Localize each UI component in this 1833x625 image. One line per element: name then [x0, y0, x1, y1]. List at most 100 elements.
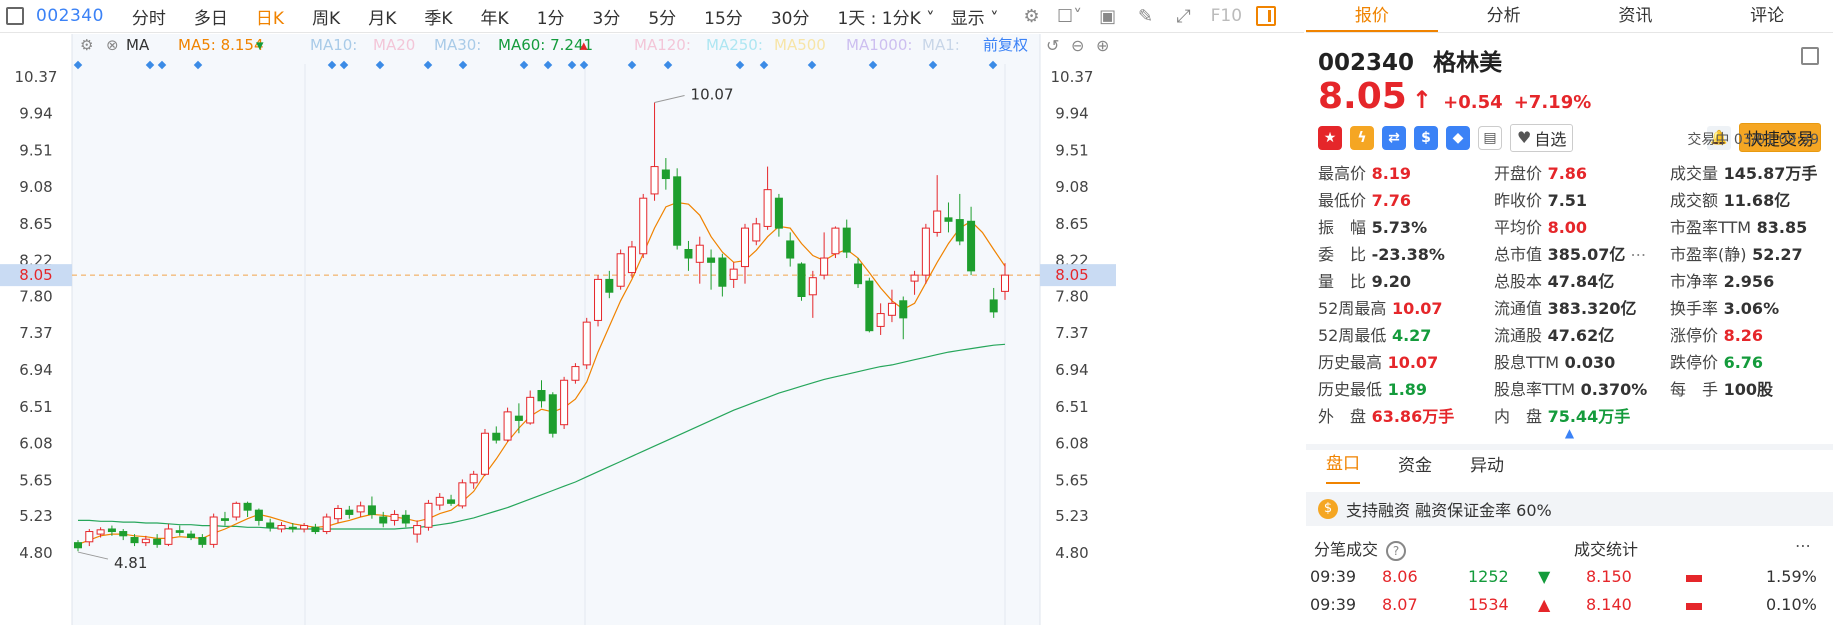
quote-tab-3[interactable]: 评论	[1701, 0, 1833, 32]
high-annotation: 10.07	[691, 85, 734, 103]
candle-body	[627, 246, 636, 274]
candle-body	[187, 533, 196, 539]
candle-body	[492, 432, 501, 441]
stat-cell: 股息率TTM 0.370%	[1494, 378, 1670, 401]
more-icon[interactable]: ⋯	[1625, 245, 1646, 264]
y-tick-left: 7.37	[19, 324, 52, 342]
candle-body	[594, 278, 603, 321]
period-tab-9[interactable]: 5分	[648, 4, 676, 29]
current-price-label: 8.05	[19, 266, 52, 284]
period-tab-5[interactable]: 季K	[424, 4, 452, 29]
stat-value: 3.06%	[1718, 299, 1780, 318]
settings-icon[interactable]: ⚙	[1019, 5, 1045, 27]
period-tab-3[interactable]: 周K	[312, 4, 340, 29]
lightning-icon[interactable]: ϟ	[1350, 125, 1374, 150]
candle-body	[300, 525, 309, 530]
period-tab-6[interactable]: 年K	[481, 4, 509, 29]
stat-value: 11.68亿	[1718, 191, 1791, 210]
stat-label: 成交量	[1670, 164, 1719, 183]
shuffle-icon[interactable]: ⇄	[1382, 125, 1406, 150]
quote-tab-1[interactable]: 分析	[1438, 0, 1570, 32]
candle-body	[277, 525, 286, 530]
period-tab-2[interactable]: 日K	[256, 4, 284, 29]
undo-icon[interactable]: ↺	[1046, 36, 1059, 55]
candle-body	[786, 240, 795, 259]
camera-icon[interactable]: ▣	[1095, 5, 1121, 27]
menu-icon[interactable]	[1801, 47, 1819, 65]
y-tick-right: 9.94	[1055, 105, 1088, 123]
fullscreen-icon[interactable]: ⤢	[1171, 5, 1197, 27]
period-tab-11[interactable]: 30分	[771, 4, 810, 29]
period-tab-8[interactable]: 3分	[593, 4, 621, 29]
sidebar-toggle-icon[interactable]	[6, 7, 24, 25]
sub-tab-0[interactable]: 盘口	[1326, 449, 1360, 484]
dollar-icon[interactable]: $	[1414, 125, 1438, 150]
stat-label: 外 盘	[1318, 407, 1367, 426]
candle-body	[639, 197, 648, 255]
y-tick-left: 4.80	[19, 544, 52, 562]
y-tick-right: 5.23	[1055, 507, 1088, 525]
sub-tab-2[interactable]: 异动	[1470, 451, 1504, 484]
period-tab-10[interactable]: 15分	[704, 4, 743, 29]
y-tick-left: 5.23	[19, 507, 52, 525]
candle-body	[695, 244, 704, 263]
candle-body	[718, 257, 727, 287]
settings-icon[interactable]: ⚙	[80, 36, 93, 54]
interval-select[interactable]: 1天 : 1分K ˅	[837, 4, 934, 29]
kline-chart[interactable]: 10.37 10.37 9.94 9.94 9.51 9.51 9.08 9.08 8.65 8.…	[0, 34, 1304, 625]
dropdown-icon[interactable]: ▾	[256, 36, 264, 54]
stat-label: 52周最高	[1318, 299, 1387, 318]
stat-value: 0.030	[1559, 353, 1616, 372]
stat-label: 每 手	[1670, 380, 1719, 399]
period-tab-0[interactable]: 分时	[132, 4, 166, 29]
note-icon[interactable]: ▤	[1478, 125, 1502, 150]
help-icon[interactable]: ?	[1386, 541, 1407, 561]
stat-value: 100股	[1718, 380, 1773, 399]
ma-label: MA1000:	[846, 36, 912, 54]
zoom-out-icon[interactable]: ⊖	[1071, 36, 1084, 55]
period-tab-1[interactable]: 多日	[194, 4, 228, 29]
candle-body	[560, 379, 569, 426]
stat-value: 4.27	[1386, 326, 1432, 345]
y-tick-left: 7.80	[19, 287, 52, 305]
stat-value: 47.84亿	[1542, 272, 1615, 291]
more-icon[interactable]: ⋯	[1795, 536, 1811, 561]
quote-tab-0[interactable]: 报价	[1306, 0, 1438, 32]
stat-label: 换手率	[1670, 299, 1719, 318]
trade-dir-icon: ▼	[1538, 567, 1551, 586]
stat-value: 383.320亿	[1542, 299, 1637, 318]
f10-button[interactable]: F10	[1211, 6, 1242, 26]
zoom-in-icon[interactable]: ⊕	[1096, 36, 1109, 55]
collapse-caret-icon[interactable]: ▲	[1306, 427, 1833, 439]
close-icon[interactable]: ⊗	[106, 36, 119, 54]
stat-value: 83.85	[1751, 218, 1808, 237]
sub-tab-1[interactable]: 资金	[1398, 451, 1432, 484]
stats-grid: 最高价 8.19 开盘价 7.86 成交量 145.87万手 最低价 7.76 昨收价 …	[1306, 158, 1833, 428]
pen-icon[interactable]: ✎	[1133, 5, 1159, 27]
stat-label: 开盘价	[1494, 164, 1543, 183]
candle-body	[967, 220, 976, 272]
stat-value: 385.07亿	[1542, 245, 1626, 264]
stat-cell: 历史最高 10.07	[1318, 351, 1494, 374]
candle-body	[763, 189, 772, 227]
tag-icon[interactable]: ◆	[1446, 125, 1470, 150]
stat-value: 7.51	[1542, 191, 1588, 210]
ma-label: MA30:	[434, 36, 481, 54]
stock-code-tab[interactable]: 002340	[36, 6, 104, 26]
stat-cell: 历史最低 1.89	[1318, 378, 1494, 401]
stat-cell: 52周最低 4.27	[1318, 324, 1494, 347]
period-tab-4[interactable]: 月K	[368, 4, 396, 29]
trade-volume: 1534	[1468, 595, 1509, 614]
quote-tab-2[interactable]: 资讯	[1570, 0, 1702, 32]
stat-pct: 1.59%	[1766, 567, 1817, 586]
watchlist-button[interactable]: ♥ 自选	[1510, 123, 1574, 152]
period-tab-7[interactable]: 1分	[537, 4, 565, 29]
candle-body	[141, 538, 150, 544]
stat-cell: 最高价 8.19	[1318, 162, 1494, 185]
up-triangle-icon[interactable]: ▴	[580, 36, 588, 54]
trade-stat-title: 成交统计	[1574, 540, 1639, 559]
stat-value: 63.86万手	[1366, 407, 1455, 426]
draw-box-icon[interactable]: ☐˅	[1057, 5, 1083, 27]
display-menu[interactable]: 显示 ˅	[951, 4, 999, 29]
panel-toggle-icon[interactable]	[1256, 6, 1277, 26]
